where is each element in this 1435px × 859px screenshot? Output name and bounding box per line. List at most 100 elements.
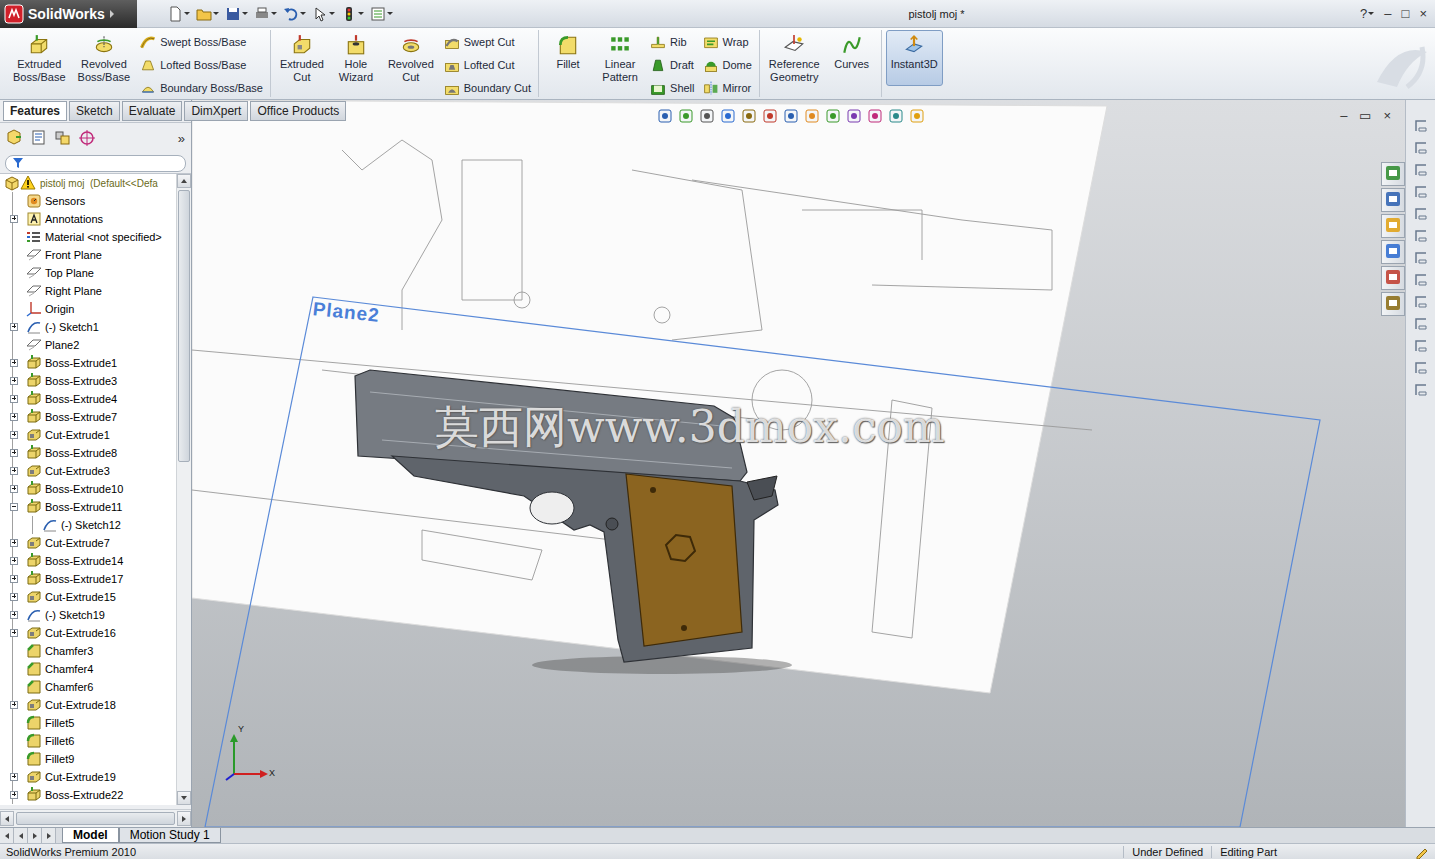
viewport-control-button[interactable]: ▭	[1359, 108, 1371, 123]
open-button[interactable]	[196, 6, 219, 22]
expander[interactable]	[8, 462, 20, 480]
command-button[interactable]: Linear Pattern	[595, 30, 645, 88]
tab-nav-button[interactable]	[0, 828, 14, 843]
command-button[interactable]: Lofted Boss/Base	[137, 54, 266, 76]
horizontal-scrollbar[interactable]	[0, 809, 191, 827]
graphics-area[interactable]: Plane2莫西网www.3dmox.com–▭×YX	[192, 100, 1405, 827]
command-button[interactable]: Dome	[700, 54, 755, 76]
tree-item[interactable]: Origin	[0, 300, 176, 318]
expander[interactable]	[8, 696, 20, 714]
scroll-up-button[interactable]	[177, 174, 191, 188]
tree-item[interactable]: Top Plane	[0, 264, 176, 282]
tree-item[interactable]: Fillet5	[0, 714, 176, 732]
model-tab[interactable]: Model	[62, 828, 119, 843]
task-pane-tab[interactable]	[1381, 292, 1405, 316]
tree-item[interactable]: Boss-Extrude14	[0, 552, 176, 570]
command-button[interactable]: Boundary Cut	[441, 77, 534, 99]
tree-item[interactable]: Cut-Extrude19	[0, 768, 176, 786]
expander[interactable]	[8, 588, 20, 606]
tree-item[interactable]: Boss-Extrude22	[0, 786, 176, 804]
task-pane-tab[interactable]	[1381, 214, 1405, 238]
expand-toggle-icon[interactable]	[10, 557, 18, 565]
expander[interactable]	[8, 372, 20, 390]
expander[interactable]	[8, 408, 20, 426]
tree-item[interactable]: Cut-Extrude7	[0, 534, 176, 552]
window-control-button[interactable]: □	[1402, 6, 1410, 21]
new-button[interactable]	[167, 6, 190, 22]
command-button[interactable]: Wrap	[700, 31, 755, 53]
expand-toggle-icon[interactable]	[10, 539, 18, 547]
rebuild-button[interactable]	[341, 6, 364, 22]
scroll-down-button[interactable]	[177, 791, 191, 805]
command-button[interactable]: Extruded Boss/Base	[8, 30, 71, 88]
command-button[interactable]: Mirror	[700, 77, 755, 99]
expander[interactable]	[8, 444, 20, 462]
tab-nav-button[interactable]	[14, 828, 28, 843]
tree-item[interactable]: Right Plane	[0, 282, 176, 300]
expand-toggle-icon[interactable]	[10, 485, 18, 493]
command-button[interactable]: Boundary Boss/Base	[137, 77, 266, 99]
command-tab[interactable]: DimXpert	[184, 101, 248, 121]
expander[interactable]	[8, 426, 20, 444]
scroll-left-button[interactable]	[0, 811, 14, 826]
expand-toggle-icon[interactable]	[10, 413, 18, 421]
command-tab[interactable]: Office Products	[250, 101, 346, 121]
expand-toggle-icon[interactable]	[10, 593, 18, 601]
command-button[interactable]: Reference Geometry	[764, 30, 825, 88]
expand-toggle-icon[interactable]	[10, 575, 18, 583]
expander[interactable]	[8, 552, 20, 570]
tree-item[interactable]: Cut-Extrude1	[0, 426, 176, 444]
tree-item[interactable]: Fillet6	[0, 732, 176, 750]
window-control-button[interactable]: ×	[1419, 6, 1427, 21]
tree-item[interactable]: Fillet9	[0, 750, 176, 768]
command-button[interactable]: Curves	[827, 30, 877, 75]
tree-scrollbar[interactable]	[176, 174, 191, 805]
expand-toggle-icon[interactable]	[10, 629, 18, 637]
tree-item[interactable]: Cut-Extrude3	[0, 462, 176, 480]
viewport-control-button[interactable]: ×	[1383, 108, 1391, 123]
tree-item[interactable]: Chamfer4	[0, 660, 176, 678]
expander[interactable]	[8, 570, 20, 588]
tree-item[interactable]: Boss-Extrude11	[0, 498, 176, 516]
tree-item[interactable]: Cut-Extrude15	[0, 588, 176, 606]
select-button[interactable]	[312, 6, 335, 22]
task-pane-tab[interactable]	[1381, 240, 1405, 264]
tree-item[interactable]: (-) Sketch1	[0, 318, 176, 336]
command-button[interactable]: Rib	[647, 31, 697, 53]
tree-item[interactable]: Boss-Extrude10	[0, 480, 176, 498]
tab-nav-button[interactable]	[28, 828, 42, 843]
expander[interactable]	[8, 624, 20, 642]
task-pane-tab[interactable]	[1381, 266, 1405, 290]
filter-field[interactable]	[5, 155, 186, 172]
command-button[interactable]: Hole Wizard	[331, 30, 381, 88]
command-tab[interactable]: Features	[3, 101, 67, 121]
tree-item[interactable]: Cut-Extrude18	[0, 696, 176, 714]
expander[interactable]	[8, 390, 20, 408]
expander[interactable]	[8, 318, 20, 336]
expand-toggle-icon[interactable]	[10, 701, 18, 709]
options-button[interactable]	[370, 6, 393, 22]
tree-item[interactable]: Boss-Extrude3	[0, 372, 176, 390]
tree-item[interactable]: Boss-Extrude7	[0, 408, 176, 426]
save-button[interactable]	[225, 6, 248, 22]
tree-root[interactable]: pistolj moj (Default<<Defa	[0, 174, 176, 192]
command-button[interactable]: Draft	[647, 54, 697, 76]
tree-item[interactable]: Boss-Extrude4	[0, 390, 176, 408]
command-button[interactable]: Swept Boss/Base	[137, 31, 266, 53]
tree-item[interactable]: Chamfer6	[0, 678, 176, 696]
tree-item[interactable]: Cut-Extrude16	[0, 624, 176, 642]
app-logo[interactable]: SolidWorks	[0, 0, 137, 28]
expander[interactable]	[8, 606, 20, 624]
tab-nav-button[interactable]	[42, 828, 56, 843]
command-button[interactable]: Shell	[647, 77, 697, 99]
tree-item[interactable]: Chamfer3	[0, 642, 176, 660]
undo-button[interactable]	[283, 6, 306, 22]
command-tab[interactable]: Evaluate	[122, 101, 183, 121]
tree-item[interactable]: Sensors	[0, 192, 176, 210]
expand-toggle-icon[interactable]	[10, 449, 18, 457]
expand-toggle-icon[interactable]	[10, 773, 18, 781]
window-control-button[interactable]: –	[1384, 6, 1391, 21]
command-button[interactable]: Revolved Cut	[383, 30, 439, 88]
expand-toggle-icon[interactable]	[10, 611, 18, 619]
help-button[interactable]: ?	[1360, 6, 1374, 21]
